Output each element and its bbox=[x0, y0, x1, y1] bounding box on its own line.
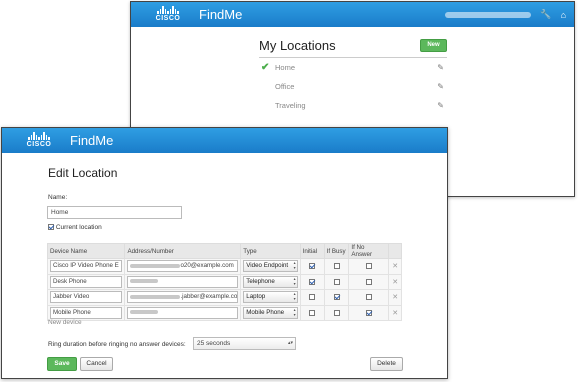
table-row: Cisco IP Video Phone E o20@example.com Vid… bbox=[46, 258, 402, 275]
current-location-checkbox[interactable] bbox=[48, 224, 54, 231]
edit-location-window: CISCO FindMe Edit Location Name: Home Cu… bbox=[1, 127, 448, 379]
if-busy-checkbox[interactable] bbox=[333, 278, 340, 285]
location-label: Home bbox=[275, 63, 296, 72]
device-type-select[interactable]: Telephone bbox=[243, 275, 298, 288]
device-type-select[interactable]: Laptop bbox=[243, 291, 298, 304]
device-type-value: Telephone bbox=[246, 277, 275, 285]
initial-checkbox[interactable] bbox=[309, 294, 316, 301]
device-name-field[interactable]: Jabber Video bbox=[50, 291, 123, 304]
redacted-text bbox=[130, 279, 159, 284]
app-name: FindMe bbox=[199, 7, 243, 22]
table-row: Desk Phone Telephone ✕ bbox=[46, 273, 402, 290]
address-field[interactable] bbox=[127, 275, 239, 288]
location-item[interactable]: Traveling ✎ bbox=[259, 96, 447, 115]
home-icon[interactable]: ⌂ bbox=[561, 10, 566, 20]
cisco-logo: CISCO bbox=[22, 132, 56, 149]
initial-checkbox[interactable] bbox=[309, 309, 316, 316]
column-header bbox=[388, 243, 402, 259]
current-location-label: Current location bbox=[55, 224, 102, 231]
redacted-text bbox=[130, 263, 181, 268]
app-name: FindMe bbox=[70, 133, 114, 148]
select-arrows-icon: ▴▾ bbox=[287, 340, 293, 346]
titlebar: CISCO FindMe bbox=[2, 128, 447, 153]
pencil-icon[interactable]: ✎ bbox=[437, 58, 444, 77]
address-field[interactable] bbox=[127, 306, 239, 319]
table-row: Mobile Phone Mobile Phone ✕ bbox=[46, 304, 402, 321]
if-no-answer-checkbox[interactable] bbox=[365, 263, 372, 270]
column-header: Device Name bbox=[46, 243, 126, 259]
cisco-logo: CISCO bbox=[151, 6, 185, 23]
ring-duration-select[interactable]: 25 seconds ▴▾ bbox=[193, 337, 296, 350]
device-name-field[interactable]: Cisco IP Video Phone E bbox=[50, 260, 123, 273]
device-type-value: Laptop bbox=[246, 293, 266, 301]
current-location-row: Current location bbox=[48, 224, 102, 231]
initial-checkbox[interactable] bbox=[309, 263, 316, 270]
if-no-answer-checkbox[interactable] bbox=[365, 294, 372, 301]
pencil-icon[interactable]: ✎ bbox=[437, 77, 444, 96]
device-name-field[interactable]: Desk Phone bbox=[50, 275, 123, 288]
name-field[interactable]: Home bbox=[47, 206, 182, 219]
delete-button[interactable]: Delete bbox=[370, 357, 403, 371]
titlebar: CISCO FindMe 🔧 ⌂ bbox=[131, 2, 574, 27]
device-type-value: Video Endpoint bbox=[246, 262, 289, 270]
device-name-field[interactable]: Mobile Phone bbox=[50, 306, 123, 319]
address-field[interactable]: .jabber@example.co bbox=[127, 291, 239, 304]
location-label: Traveling bbox=[275, 101, 306, 110]
if-busy-checkbox[interactable] bbox=[333, 263, 340, 270]
location-label: Office bbox=[275, 82, 295, 91]
device-type-value: Mobile Phone bbox=[246, 308, 285, 316]
remove-device-icon[interactable]: ✕ bbox=[392, 294, 398, 301]
redacted-text bbox=[130, 294, 181, 299]
locations-panel: My Locations New ✔ Home ✎ Office ✎ Traveling ✎ bbox=[259, 38, 447, 115]
logo-text: CISCO bbox=[26, 141, 52, 148]
location-list: ✔ Home ✎ Office ✎ Traveling ✎ bbox=[259, 58, 447, 115]
page-title: My Locations bbox=[259, 38, 336, 53]
device-type-select[interactable]: Video Endpoint bbox=[243, 260, 298, 273]
redacted-text bbox=[130, 310, 159, 315]
if-busy-checkbox[interactable] bbox=[333, 294, 340, 301]
ring-duration-label: Ring duration before ringing no answer d… bbox=[48, 341, 186, 348]
ring-duration-value: 25 seconds bbox=[197, 340, 231, 347]
wrench-icon[interactable]: 🔧 bbox=[540, 9, 551, 20]
column-header: Address/Number bbox=[124, 243, 242, 259]
user-name-redacted bbox=[445, 11, 532, 18]
save-button[interactable]: Save bbox=[47, 357, 77, 371]
devices-table: Device Name Address/Number Type Initial … bbox=[46, 243, 402, 321]
new-location-button[interactable]: New bbox=[420, 39, 447, 52]
address-value: o20@example.com bbox=[180, 262, 234, 270]
name-label: Name: bbox=[48, 194, 68, 201]
column-header: Initial bbox=[299, 243, 325, 259]
column-header: If Busy bbox=[323, 243, 350, 259]
address-value: .jabber@example.co bbox=[180, 293, 238, 301]
cancel-button[interactable]: Cancel bbox=[80, 357, 113, 371]
if-busy-checkbox[interactable] bbox=[333, 309, 340, 316]
location-item[interactable]: ✔ Home ✎ bbox=[259, 58, 447, 77]
column-header: If No Answer bbox=[348, 243, 390, 259]
remove-device-icon[interactable]: ✕ bbox=[392, 279, 398, 286]
remove-device-icon[interactable]: ✕ bbox=[392, 263, 398, 270]
location-item[interactable]: Office ✎ bbox=[259, 77, 447, 96]
address-field[interactable]: o20@example.com bbox=[127, 260, 239, 273]
if-no-answer-checkbox[interactable] bbox=[365, 309, 372, 316]
check-icon: ✔ bbox=[261, 62, 270, 73]
logo-text: CISCO bbox=[155, 15, 181, 22]
new-device-link[interactable]: New device bbox=[48, 319, 82, 326]
column-header: Type bbox=[240, 243, 301, 259]
remove-device-icon[interactable]: ✕ bbox=[392, 310, 398, 317]
pencil-icon[interactable]: ✎ bbox=[437, 96, 444, 115]
page-title: Edit Location bbox=[48, 166, 118, 180]
device-type-select[interactable]: Mobile Phone bbox=[243, 306, 298, 319]
if-no-answer-checkbox[interactable] bbox=[365, 278, 372, 285]
table-row: Jabber Video .jabber@example.co Laptop ✕ bbox=[46, 289, 402, 306]
initial-checkbox[interactable] bbox=[309, 278, 316, 285]
table-header: Device Name Address/Number Type Initial … bbox=[46, 243, 402, 259]
